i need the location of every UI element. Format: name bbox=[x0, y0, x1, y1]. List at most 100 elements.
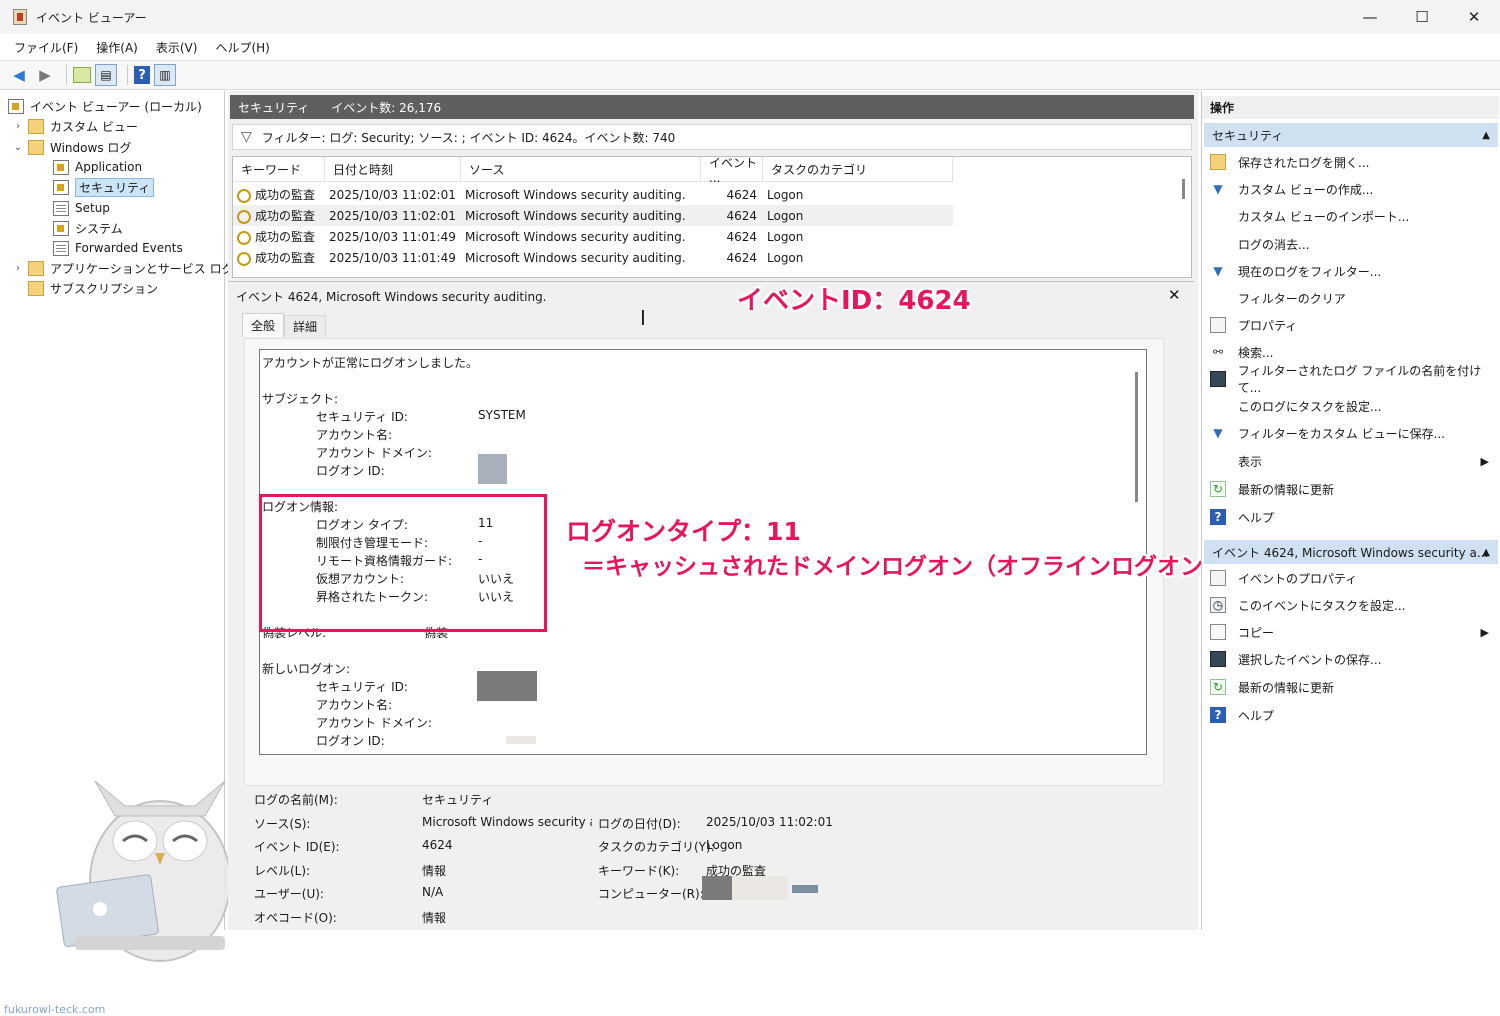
event-viewer-icon bbox=[8, 98, 24, 114]
redacted-block bbox=[477, 671, 537, 701]
log-header: セキュリティ イベント数: 26,176 bbox=[230, 95, 1194, 119]
table-row[interactable]: 成功の監査 2025/10/03 11:01:49 Microsoft Wind… bbox=[233, 247, 953, 268]
properties-icon bbox=[1210, 317, 1226, 333]
filter-bar: ▽ フィルター: ログ: Security; ソース: ; イベント ID: 4… bbox=[232, 124, 1192, 150]
tree-custom-views[interactable]: › カスタム ビュー bbox=[12, 116, 138, 136]
action-help-2[interactable]: ? ヘルプ bbox=[1202, 702, 1499, 728]
folder-open-icon bbox=[1210, 154, 1226, 170]
col-event-id[interactable]: イベント ... bbox=[701, 157, 763, 185]
tree-subscriptions[interactable]: サブスクリプション bbox=[28, 278, 158, 298]
action-create-custom-view[interactable]: ▼ カスタム ビューの作成... bbox=[1202, 176, 1499, 202]
action-import-custom-view[interactable]: カスタム ビューのインポート... bbox=[1202, 203, 1499, 229]
help-icon[interactable]: ? bbox=[134, 66, 150, 84]
tree-app-service-logs[interactable]: › アプリケーションとサービス ログ bbox=[12, 258, 234, 278]
save-icon bbox=[1210, 371, 1226, 387]
refresh-icon: ↻ bbox=[1210, 679, 1226, 695]
help-icon: ? bbox=[1210, 509, 1226, 525]
up-folder-icon[interactable] bbox=[73, 67, 91, 83]
action-save-selected-events[interactable]: 選択したイベントの保存... bbox=[1202, 646, 1499, 672]
tree-security[interactable]: セキュリティ bbox=[53, 177, 155, 197]
title-bar: イベント ビューアー — ☐ ✕ bbox=[0, 0, 1500, 34]
action-help[interactable]: ? ヘルプ bbox=[1202, 504, 1499, 530]
copy-icon bbox=[1210, 624, 1226, 640]
detail-tabs: 全般 詳細 bbox=[242, 313, 327, 337]
back-arrow-icon[interactable]: ◀ bbox=[8, 64, 30, 86]
log-name: セキュリティ bbox=[238, 100, 310, 115]
tree-application[interactable]: Application bbox=[53, 157, 142, 177]
action-refresh-2[interactable]: ↻ 最新の情報に更新 bbox=[1202, 674, 1499, 700]
collapse-up-icon[interactable]: ▲ bbox=[1482, 547, 1490, 558]
menu-help[interactable]: ヘルプ(H) bbox=[215, 39, 269, 56]
action-event-properties[interactable]: イベントのプロパティ bbox=[1202, 565, 1499, 591]
tree-root[interactable]: イベント ビューアー (ローカル) bbox=[8, 96, 202, 116]
redacted-block bbox=[792, 885, 818, 893]
action-refresh[interactable]: ↻ 最新の情報に更新 bbox=[1202, 476, 1499, 502]
actions-pane: 操作 セキュリティ ▲ 保存されたログを開く... ▼ カスタム ビューの作成..… bbox=[1201, 91, 1500, 930]
action-clear-filter[interactable]: フィルターのクリア bbox=[1202, 285, 1499, 311]
funnel-icon: ▼ bbox=[1213, 264, 1223, 278]
action-copy[interactable]: コピー ▶ bbox=[1202, 619, 1499, 645]
show-hide-action-pane-icon[interactable]: ▥ bbox=[154, 64, 176, 86]
action-open-saved-log[interactable]: 保存されたログを開く... bbox=[1202, 149, 1499, 175]
action-save-filter-to-custom-view[interactable]: ▼ フィルターをカスタム ビューに保存... bbox=[1202, 420, 1499, 446]
table-row[interactable]: 成功の監査 2025/10/03 11:02:01 Microsoft Wind… bbox=[233, 184, 953, 205]
event-list-scrollbar[interactable] bbox=[1182, 179, 1185, 199]
forward-arrow-icon[interactable]: ▶ bbox=[34, 64, 56, 86]
folder-icon bbox=[28, 139, 44, 155]
tree-windows-logs[interactable]: ⌄ Windows ログ bbox=[12, 137, 131, 157]
show-hide-console-tree-icon[interactable]: ▤ bbox=[95, 64, 117, 86]
action-save-filtered-log[interactable]: フィルターされたログ ファイルの名前を付けて... bbox=[1202, 364, 1499, 395]
annotation-event-id: イベントID：4624 bbox=[737, 286, 971, 316]
annotation-logon-type-desc: ＝キャッシュされたドメインログオン（オフラインログオン） bbox=[582, 554, 1226, 580]
log-icon bbox=[53, 159, 69, 175]
menu-action[interactable]: 操作(A) bbox=[96, 39, 138, 56]
collapse-up-icon[interactable]: ▲ bbox=[1482, 130, 1490, 141]
annotation-logon-type: ログオンタイプ：11 bbox=[566, 517, 801, 546]
tree-system[interactable]: システム bbox=[53, 218, 123, 238]
actions-section-event[interactable]: イベント 4624, Microsoft Windows security a.… bbox=[1204, 540, 1498, 564]
maximize-button[interactable]: ☐ bbox=[1396, 0, 1448, 34]
key-icon bbox=[237, 188, 251, 203]
close-detail-icon[interactable]: ✕ bbox=[1168, 286, 1181, 304]
chevron-right-icon[interactable]: › bbox=[12, 121, 24, 132]
chevron-down-icon[interactable]: ⌄ bbox=[12, 142, 24, 153]
table-row[interactable]: 成功の監査 2025/10/03 11:01:49 Microsoft Wind… bbox=[233, 226, 953, 247]
event-count: イベント数: 26,176 bbox=[331, 100, 442, 115]
tree-setup[interactable]: Setup bbox=[53, 198, 110, 218]
action-clear-log[interactable]: ログの消去... bbox=[1202, 231, 1499, 257]
save-icon bbox=[1210, 651, 1226, 667]
funnel-icon: ▽ bbox=[241, 129, 252, 145]
actions-section-security[interactable]: セキュリティ ▲ bbox=[1204, 123, 1498, 147]
redacted-block bbox=[732, 876, 788, 900]
submenu-arrow-icon: ▶ bbox=[1480, 454, 1489, 468]
col-keyword[interactable]: キーワード bbox=[233, 157, 325, 182]
action-attach-task-to-event[interactable]: ◷ このイベントにタスクを設定... bbox=[1202, 592, 1499, 618]
close-window-button[interactable]: ✕ bbox=[1448, 0, 1500, 34]
redacted-block bbox=[478, 454, 507, 484]
tree-forwarded-events[interactable]: Forwarded Events bbox=[53, 238, 183, 258]
log-icon bbox=[53, 200, 69, 216]
console-tree: イベント ビューアー (ローカル) › カスタム ビュー ⌄ Windows ロ… bbox=[0, 91, 234, 1016]
table-row[interactable]: 成功の監査 2025/10/03 11:02:01 Microsoft Wind… bbox=[233, 205, 953, 226]
folder-icon bbox=[28, 260, 44, 276]
tab-details[interactable]: 詳細 bbox=[284, 315, 327, 337]
col-date[interactable]: 日付と時刻 bbox=[325, 157, 461, 182]
action-view[interactable]: 表示 ▶ bbox=[1202, 448, 1499, 474]
action-filter-current-log[interactable]: ▼ 現在のログをフィルター... bbox=[1202, 258, 1499, 284]
minimize-button[interactable]: — bbox=[1344, 0, 1396, 34]
tab-general[interactable]: 全般 bbox=[242, 313, 285, 337]
description-scrollbar[interactable] bbox=[1135, 372, 1138, 502]
action-properties[interactable]: プロパティ bbox=[1202, 312, 1499, 338]
filter-text: フィルター: ログ: Security; ソース: ; イベント ID: 462… bbox=[261, 130, 676, 145]
col-task-category[interactable]: タスクのカテゴリ bbox=[763, 157, 953, 182]
action-attach-task-to-log[interactable]: このログにタスクを設定... bbox=[1202, 393, 1499, 419]
toolbar: ◀ ▶ ▤ ? ▥ bbox=[0, 60, 1500, 90]
menu-view[interactable]: 表示(V) bbox=[156, 39, 198, 56]
submenu-arrow-icon: ▶ bbox=[1480, 625, 1489, 639]
col-source[interactable]: ソース bbox=[461, 157, 701, 182]
chevron-right-icon[interactable]: › bbox=[12, 263, 24, 274]
menu-file[interactable]: ファイル(F) bbox=[14, 39, 78, 56]
center-pane: セキュリティ イベント数: 26,176 ▽ フィルター: ログ: Securi… bbox=[228, 91, 1198, 930]
logon-info-highlight-box bbox=[259, 494, 547, 632]
key-icon bbox=[237, 251, 251, 266]
